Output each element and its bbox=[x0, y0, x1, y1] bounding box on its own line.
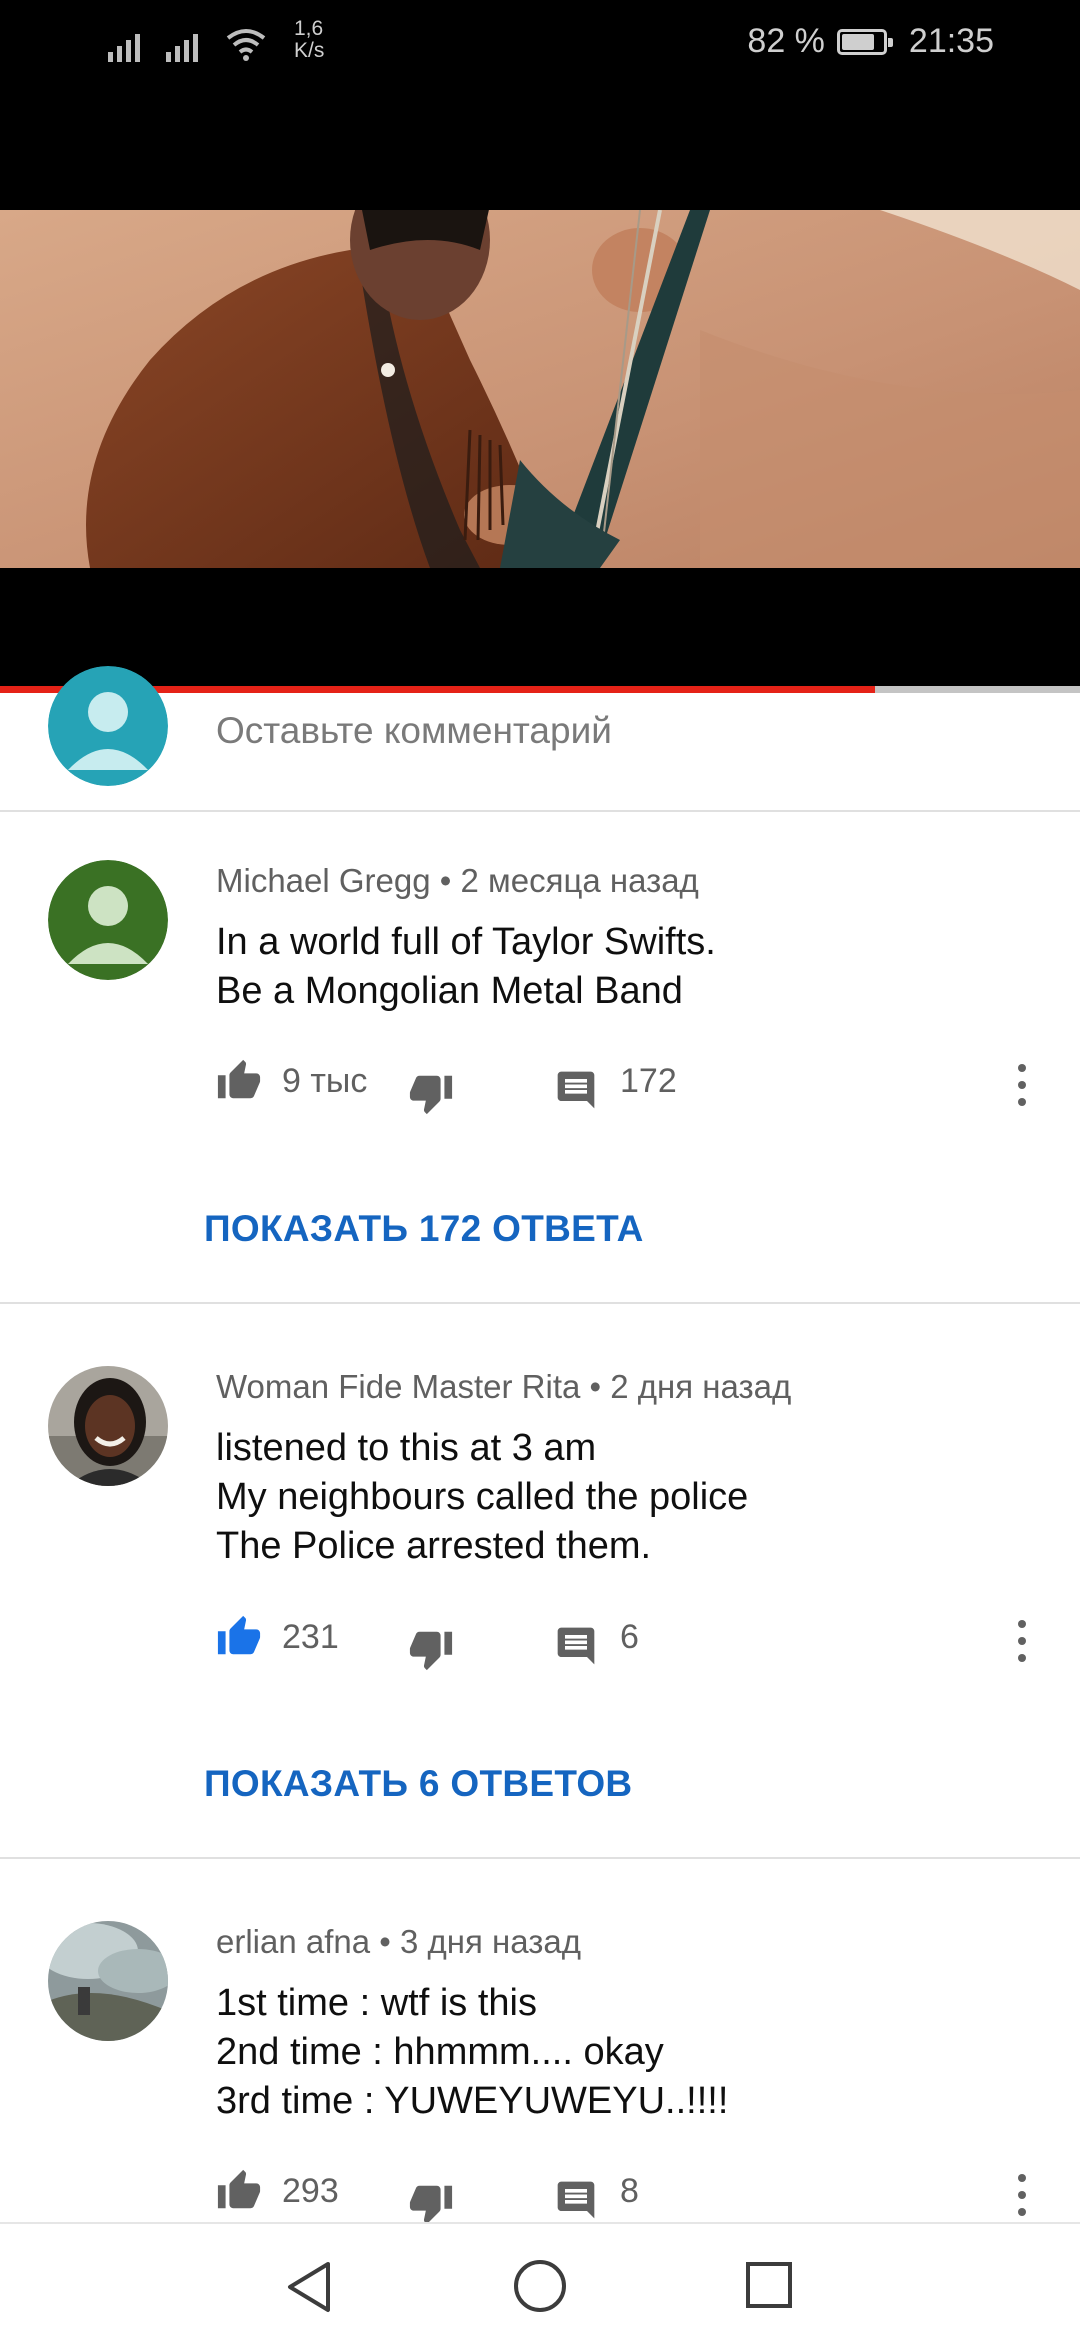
status-bar: 1,6 K/s 82 % 21:35 bbox=[0, 0, 1080, 90]
like-icon[interactable] bbox=[216, 1058, 262, 1104]
dislike-icon[interactable] bbox=[408, 1626, 454, 1672]
comment-meta: Woman Fide Master Rita • 2 дня назад bbox=[216, 1368, 792, 1405]
comment-age: 2 месяца назад bbox=[460, 862, 699, 899]
comment-actions: 9 тыс 172 bbox=[216, 1054, 1056, 1116]
comment-text: 1st time : wtf is this 2nd time : hhmmm.… bbox=[216, 1982, 729, 2122]
video-thumbnail-image bbox=[0, 210, 1080, 568]
reply-icon[interactable] bbox=[554, 1068, 598, 1112]
commenter-avatar[interactable] bbox=[48, 1921, 168, 2041]
system-navigation-bar bbox=[0, 2222, 1080, 2342]
show-replies-button[interactable]: ПОКАЗАТЬ 6 ОТВЕТОВ bbox=[204, 1763, 632, 1805]
current-user-avatar bbox=[48, 666, 168, 786]
wifi-icon bbox=[226, 29, 266, 61]
comment-age: 2 дня назад bbox=[610, 1368, 792, 1405]
comment-age: 3 дня назад bbox=[400, 1923, 581, 1960]
video-player[interactable] bbox=[0, 90, 1080, 688]
comment-meta: erlian afna • 3 дня назад bbox=[216, 1923, 581, 1960]
recent-apps-icon[interactable] bbox=[744, 2260, 794, 2310]
clock: 21:35 bbox=[908, 22, 994, 60]
cell-signal-1-icon bbox=[108, 26, 140, 62]
home-icon[interactable] bbox=[512, 2258, 568, 2314]
divider bbox=[0, 1302, 1080, 1304]
more-options-icon[interactable] bbox=[1014, 1618, 1030, 1664]
reply-count: 8 bbox=[620, 2172, 639, 2210]
dislike-icon[interactable] bbox=[408, 1070, 454, 1116]
divider bbox=[0, 810, 1080, 812]
back-icon[interactable] bbox=[284, 2260, 334, 2314]
divider bbox=[0, 1857, 1080, 1859]
comment-actions: 293 8 bbox=[216, 2164, 1056, 2226]
reply-count: 6 bbox=[620, 1618, 639, 1656]
like-icon[interactable] bbox=[216, 2168, 262, 2214]
comment-input-placeholder[interactable]: Оставьте комментарий bbox=[216, 710, 612, 752]
battery-icon bbox=[836, 28, 893, 55]
comment-author[interactable]: erlian afna bbox=[216, 1923, 370, 1960]
comment-text: listened to this at 3 am My neighbours c… bbox=[216, 1427, 749, 1567]
reply-icon[interactable] bbox=[554, 1624, 598, 1668]
commenter-avatar[interactable] bbox=[48, 860, 168, 980]
comment-author[interactable]: Michael Gregg bbox=[216, 862, 431, 899]
dislike-icon[interactable] bbox=[408, 2180, 454, 2226]
commenter-avatar[interactable] bbox=[48, 1366, 168, 1486]
reply-count: 172 bbox=[620, 1062, 677, 1100]
comment-text: In a world full of Taylor Swifts. Be a M… bbox=[216, 921, 716, 1012]
comment-actions: 231 6 bbox=[216, 1610, 1056, 1672]
like-count: 231 bbox=[282, 1618, 339, 1656]
like-count: 293 bbox=[282, 2172, 339, 2210]
cell-signal-2-icon bbox=[166, 26, 198, 62]
comment-meta: Michael Gregg • 2 месяца назад bbox=[216, 862, 699, 899]
battery-percent: 82 % bbox=[747, 22, 825, 60]
show-replies-button[interactable]: ПОКАЗАТЬ 172 ОТВЕТА bbox=[204, 1208, 644, 1250]
more-options-icon[interactable] bbox=[1014, 2172, 1030, 2218]
like-icon-active[interactable] bbox=[216, 1614, 262, 1660]
video-frame bbox=[0, 210, 1080, 568]
video-progress-bar[interactable] bbox=[0, 686, 1080, 693]
network-speed: 1,6 K/s bbox=[294, 17, 325, 62]
more-options-icon[interactable] bbox=[1014, 1062, 1030, 1108]
comment-author[interactable]: Woman Fide Master Rita bbox=[216, 1368, 580, 1405]
like-count: 9 тыс bbox=[282, 1062, 368, 1100]
reply-icon[interactable] bbox=[554, 2178, 598, 2222]
